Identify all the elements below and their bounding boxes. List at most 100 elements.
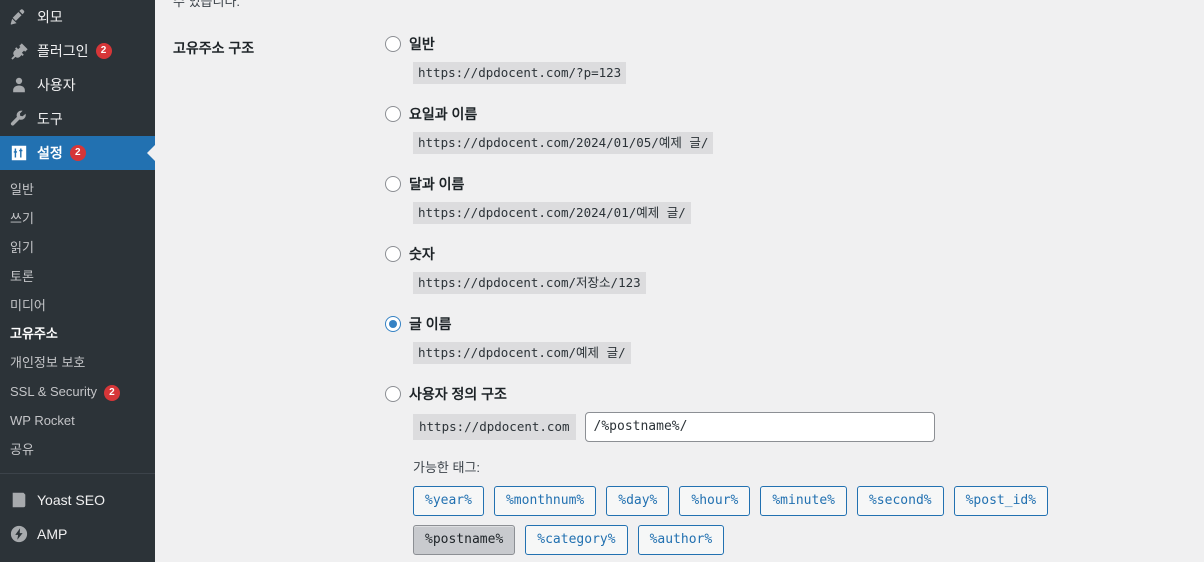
tag-button-5[interactable]: %second% [856,486,944,516]
permalink-option-1: 요일과 이름 https://dpdocent.com/2024/01/05/예제… [385,102,1204,154]
tag-button-3[interactable]: %hour% [679,486,751,516]
permalink-radio-2[interactable] [385,176,401,192]
permalink-option-4: 글 이름 https://dpdocent.com/예제 글/ [385,312,1204,364]
tag-button-2[interactable]: %day% [606,486,670,516]
permalink-example-wrap: https://dpdocent.com/?p=123 [385,56,1204,84]
permalink-example-url: https://dpdocent.com/2024/01/예제 글/ [413,202,691,224]
amp-bolt-icon [9,524,29,544]
permalink-option-label[interactable]: 일반 [409,34,435,54]
sidebar-item-0[interactable]: 외모 [0,0,155,34]
submenu-item-0[interactable]: 일반 [0,176,155,205]
submenu-item-label: 읽기 [10,239,34,255]
tag-button-8[interactable]: %category% [525,525,628,555]
submenu-item-label: 개인정보 보호 [10,355,86,371]
permalink-example-wrap: https://dpdocent.com/예제 글/ [385,336,1204,364]
submenu-item-9[interactable]: 공유 [0,436,155,465]
tag-button-6[interactable]: %post_id% [953,486,1049,516]
sidebar-item-label: 설정 [37,145,63,161]
tag-button-9[interactable]: %author% [637,525,725,555]
submenu-item-4[interactable]: 미디어 [0,292,155,321]
permalink-example-url: https://dpdocent.com/2024/01/05/예제 글/ [413,132,714,154]
sidebar-plugin-item-label: AMP [37,525,68,542]
permalink-example-url: https://dpdocent.com/저장소/123 [413,272,646,294]
sidebar-item-label: 사용자 [37,77,76,93]
sidebar-plugin-item-1[interactable]: AMP [0,517,155,551]
sidebar-item-2[interactable]: 사용자 [0,68,155,102]
submenu-item-label: 미디어 [10,297,46,313]
submenu-item-label: 고유주소 [10,326,58,342]
sidebar-plugin-item-0[interactable]: Yoast SEO [0,483,155,517]
wordpress-admin-screen: 외모 플러그인 2 사용자 도구 설정 2 일반 쓰기 읽기 토론 미디어 고유주소 개인정보 보호 SSL… [0,0,1204,562]
permalink-option-label[interactable]: 요일과 이름 [409,104,477,124]
permalink-option-row[interactable]: 글 이름 [385,312,1204,336]
custom-structure-input[interactable] [584,412,935,442]
sidebar-plugin-menu: Yoast SEO AMP [0,483,155,551]
submenu-item-1[interactable]: 쓰기 [0,205,155,234]
permalink-option-row[interactable]: 사용자 정의 구조 [385,382,1204,406]
permalink-option-row[interactable]: 요일과 이름 [385,102,1204,126]
permalink-radio-5[interactable] [385,386,401,402]
update-count-badge: 2 [95,43,112,59]
permalink-radio-1[interactable] [385,106,401,122]
tag-button-1[interactable]: %monthnum% [493,486,597,516]
appearance-brush-icon [9,7,29,27]
submenu-item-label: SSL & Security [10,384,97,400]
admin-sidebar: 외모 플러그인 2 사용자 도구 설정 2 일반 쓰기 읽기 토론 미디어 고유주소 개인정보 보호 SSL… [0,0,155,562]
available-tags-list: %year% %monthnum% %day% %hour% %minute% %seco… [413,486,1133,555]
sidebar-plugin-item-label: Yoast SEO [37,491,105,508]
permalink-option-label[interactable]: 사용자 정의 구조 [409,384,507,404]
submenu-item-label: 공유 [10,442,34,458]
update-count-badge: 2 [103,384,120,401]
permalink-option-row[interactable]: 달과 이름 [385,172,1204,196]
settings-submenu: 일반쓰기읽기토론미디어고유주소개인정보 보호 SSL & Security 2 WP … [0,170,155,473]
permalink-option-5: 사용자 정의 구조 https://dpdocent.com 가능한 태그: %yea… [385,382,1204,555]
sidebar-item-4[interactable]: 설정 2 [0,136,155,170]
permalink-option-3: 숫자 https://dpdocent.com/저장소/123 [385,242,1204,294]
submenu-item-8[interactable]: WP Rocket [0,407,155,436]
permalink-option-2: 달과 이름 https://dpdocent.com/2024/01/예제 글/ [385,172,1204,224]
tag-button-7[interactable]: %postname% [413,525,516,555]
settings-sliders-icon [9,143,29,163]
submenu-item-5[interactable]: 고유주소 [0,320,155,349]
yoast-seo-icon [9,490,29,510]
available-tags-title: 가능한 태그: [413,460,481,475]
custom-structure-control: https://dpdocent.com [413,412,1204,442]
submenu-item-6[interactable]: 개인정보 보호 [0,349,155,378]
tools-wrench-icon [9,109,29,129]
sidebar-item-3[interactable]: 도구 [0,102,155,136]
submenu-item-3[interactable]: 토론 [0,263,155,292]
permalink-example-wrap: https://dpdocent.com/저장소/123 [385,266,1204,294]
permalink-radio-4[interactable] [385,316,401,332]
permalink-option-label[interactable]: 숫자 [409,244,435,264]
permalink-structure-row: 고유주소 구조 일반 https://dpdocent.com/?p=123 요일과… [155,32,1204,562]
submenu-item-label: 쓰기 [10,210,34,226]
sidebar-divider [0,472,155,479]
permalink-example-wrap: https://dpdocent.com/2024/01/05/예제 글/ [385,126,1204,154]
main-content: 수 있습니다. 고유주소 구조 일반 https://dpdocent.com/?… [155,0,1204,562]
permalink-option-row[interactable]: 일반 [385,32,1204,56]
permalink-option-label[interactable]: 달과 이름 [409,174,464,194]
sidebar-item-label: 플러그인 [37,43,89,59]
permalink-option-0: 일반 https://dpdocent.com/?p=123 [385,32,1204,84]
users-person-icon [9,75,29,95]
permalink-option-label[interactable]: 글 이름 [409,314,452,334]
permalink-example-url: https://dpdocent.com/예제 글/ [413,342,631,364]
permalink-radio-0[interactable] [385,36,401,52]
submenu-item-2[interactable]: 읽기 [0,234,155,263]
tag-button-4[interactable]: %minute% [760,486,847,516]
permalink-example-url: https://dpdocent.com/?p=123 [413,62,627,84]
permalink-radio-3[interactable] [385,246,401,262]
page-section-label: 고유주소 구조 [173,40,255,56]
permalink-option-row[interactable]: 숫자 [385,242,1204,266]
permalink-example-wrap: https://dpdocent.com/2024/01/예제 글/ [385,196,1204,224]
sidebar-item-label: 외모 [37,9,63,25]
submenu-item-label: 일반 [10,182,34,197]
sidebar-item-1[interactable]: 플러그인 2 [0,34,155,68]
custom-structure-prefix: https://dpdocent.com [413,414,576,440]
submenu-item-7[interactable]: SSL & Security 2 [0,378,155,407]
submenu-item-label: 토론 [10,268,34,284]
plugins-plug-icon [9,41,29,61]
permalink-options-field: 일반 https://dpdocent.com/?p=123 요일과 이름 https… [385,32,1204,562]
submenu-item-label: WP Rocket [10,413,75,429]
tag-button-0[interactable]: %year% [413,486,484,516]
